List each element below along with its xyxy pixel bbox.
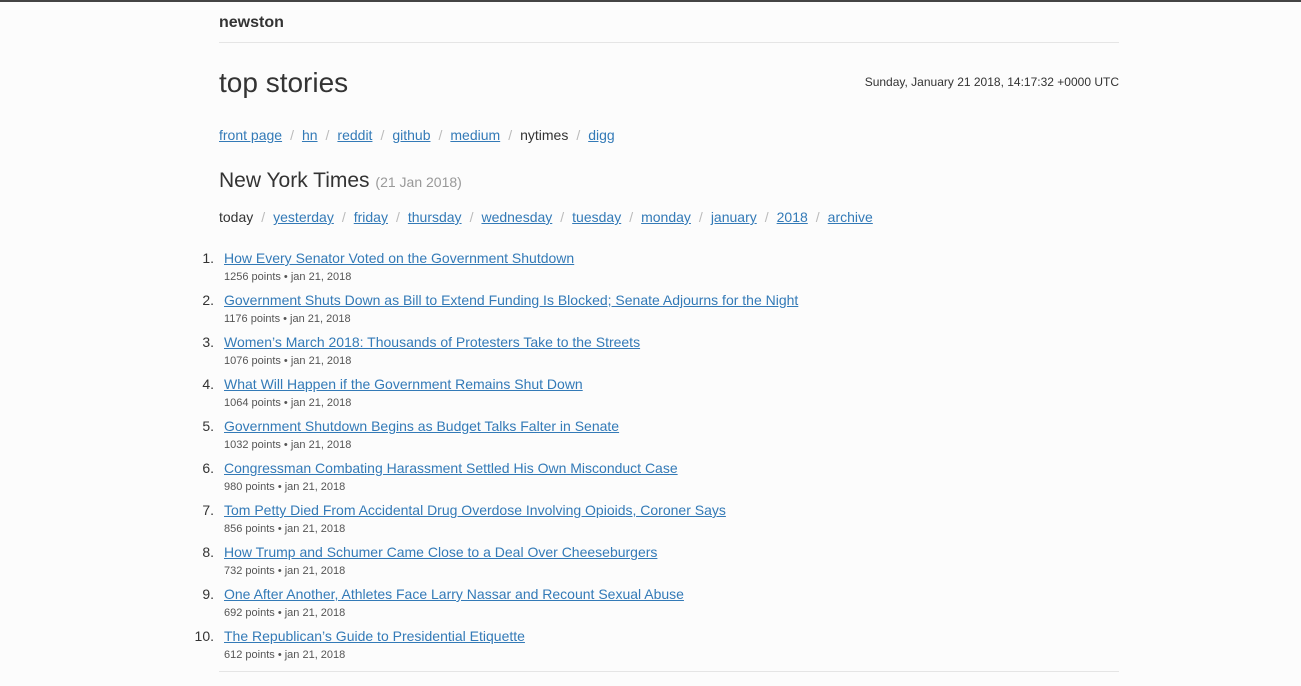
nav-separator: / (341, 209, 346, 225)
page-title: top stories (219, 67, 349, 98)
story-item: 7. Tom Petty Died From Accidental Drug Ov… (202, 501, 1119, 543)
nav-separator: / (469, 209, 474, 225)
nav-link-digg[interactable]: digg (588, 127, 614, 143)
title-row: top stories Sunday, January 21 2018, 14:… (219, 65, 1119, 125)
story-rank: 4. (202, 376, 214, 392)
date-link-thursday[interactable]: thursday (408, 209, 462, 225)
nav-separator: / (325, 127, 330, 143)
story-rank: 8. (202, 544, 214, 560)
nav-separator: / (261, 209, 266, 225)
story-item: 10. The Republican’s Guide to Presidentia… (195, 627, 1119, 669)
nav-separator: / (380, 127, 385, 143)
timestamp: Sunday, January 21 2018, 14:17:32 +0000 … (864, 75, 1119, 89)
story-meta: 612 points • jan 21, 2018 (224, 649, 346, 661)
story-link[interactable]: The Republican’s Guide to Presidential E… (224, 627, 1119, 645)
story-link[interactable]: Government Shuts Down as Bill to Extend … (224, 291, 1119, 309)
story-item: 8. How Trump and Schumer Came Close to a … (202, 543, 1119, 585)
page-container: newston top stories Sunday, January 21 2… (195, 2, 1119, 672)
date-link-today: today (219, 209, 254, 225)
story-link[interactable]: One After Another, Athletes Face Larry N… (224, 585, 1119, 603)
story-rank: 2. (202, 292, 214, 308)
story-link[interactable]: Women’s March 2018: Thousands of Protest… (224, 333, 1119, 351)
story-link[interactable]: How Every Senator Voted on the Governmen… (224, 249, 1119, 267)
story-meta: 1256 points • jan 21, 2018 (224, 271, 352, 283)
story-meta: 1176 points • jan 21, 2018 (224, 313, 351, 325)
story-rank: 3. (202, 334, 214, 350)
nav-link-github[interactable]: github (392, 127, 430, 143)
story-rank: 10. (194, 628, 214, 644)
section-date: (21 Jan 2018) (375, 174, 462, 190)
nav-separator: / (698, 209, 703, 225)
story-meta: 1064 points • jan 21, 2018 (224, 397, 352, 409)
nav-separator: / (438, 127, 443, 143)
date-link-wednesday[interactable]: wednesday (481, 209, 552, 225)
section-title: New York Times (219, 169, 370, 192)
date-link-friday[interactable]: friday (354, 209, 388, 225)
story-rank: 6. (202, 460, 214, 476)
story-item: 1. How Every Senator Voted on the Governm… (202, 249, 1119, 291)
story-item: 3. Women’s March 2018: Thousands of Prote… (202, 333, 1119, 375)
date-link-2018[interactable]: 2018 (777, 209, 808, 225)
date-link-monday[interactable]: monday (641, 209, 691, 225)
story-link[interactable]: Government Shutdown Begins as Budget Tal… (224, 417, 1119, 435)
source-nav: front page / hn / reddit / github / medium / nytim… (219, 125, 1119, 145)
date-link-archive[interactable]: archive (828, 209, 873, 225)
nav-separator: / (290, 127, 294, 143)
story-meta: 732 points • jan 21, 2018 (224, 565, 346, 577)
section-header: New York Times (21 Jan 2018) (219, 167, 1119, 195)
date-nav: today / yesterday / friday / thursday / wednesda… (219, 207, 1119, 227)
nav-separator: / (576, 127, 581, 143)
story-link[interactable]: Tom Petty Died From Accidental Drug Over… (224, 501, 1119, 519)
story-item: 6. Congressman Combating Harassment Settl… (202, 459, 1119, 501)
story-item: 4. What Will Happen if the Government Rem… (202, 375, 1119, 417)
story-link[interactable]: How Trump and Schumer Came Close to a De… (224, 543, 1119, 561)
nav-separator: / (560, 209, 565, 225)
site-brand[interactable]: newston (219, 2, 1119, 43)
story-meta: 980 points • jan 21, 2018 (224, 481, 346, 493)
story-link[interactable]: What Will Happen if the Government Remai… (224, 375, 1119, 393)
story-list: 1. How Every Senator Voted on the Governm… (195, 249, 1119, 669)
story-link[interactable]: Congressman Combating Harassment Settled… (224, 459, 1119, 477)
story-rank: 5. (202, 418, 214, 434)
nav-link-hn[interactable]: hn (302, 127, 318, 143)
story-meta: 1032 points • jan 21, 2018 (224, 439, 352, 451)
nav-link-front-page[interactable]: front page (219, 127, 282, 143)
nav-separator: / (764, 209, 769, 225)
story-rank: 9. (202, 586, 214, 602)
date-link-tuesday[interactable]: tuesday (572, 209, 621, 225)
nav-separator: / (629, 209, 634, 225)
nav-separator: / (395, 209, 400, 225)
story-meta: 856 points • jan 21, 2018 (224, 523, 346, 535)
nav-link-reddit[interactable]: reddit (337, 127, 372, 143)
story-meta: 692 points • jan 21, 2018 (224, 607, 346, 619)
story-item: 9. One After Another, Athletes Face Larry… (202, 585, 1119, 627)
nav-separator: / (815, 209, 820, 225)
nav-separator: / (508, 127, 513, 143)
nav-link-medium[interactable]: medium (450, 127, 500, 143)
story-item: 2. Government Shuts Down as Bill to Exten… (202, 291, 1119, 333)
story-item: 5. Government Shutdown Begins as Budget T… (202, 417, 1119, 459)
nav-link-nytimes: nytimes (520, 127, 569, 143)
date-link-yesterday[interactable]: yesterday (273, 209, 334, 225)
date-link-january[interactable]: january (711, 209, 757, 225)
story-meta: 1076 points • jan 21, 2018 (224, 355, 352, 367)
story-rank: 1. (202, 250, 214, 266)
footer-divider (219, 671, 1119, 672)
story-rank: 7. (202, 502, 214, 518)
